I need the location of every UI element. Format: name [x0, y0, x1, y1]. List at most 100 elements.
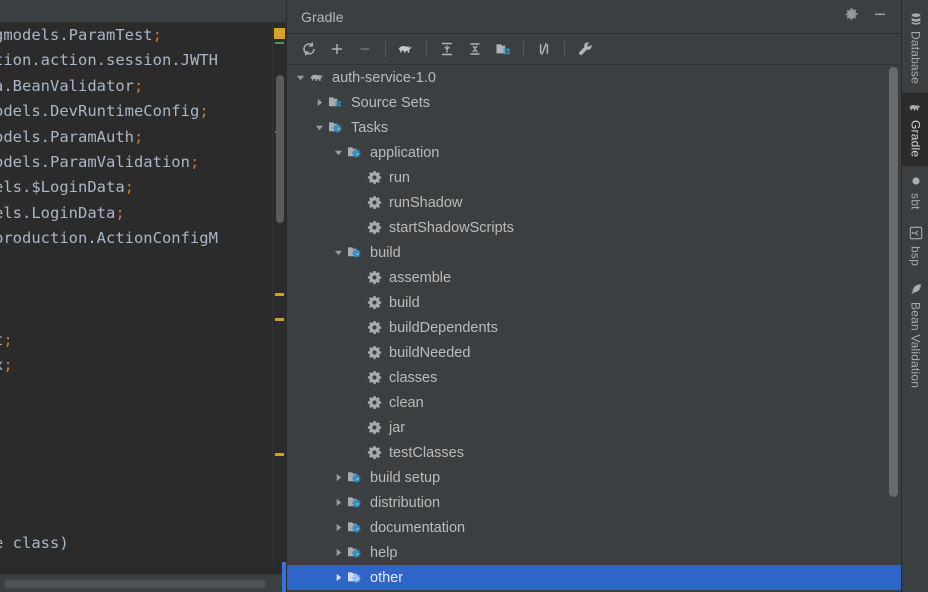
database-icon	[908, 11, 923, 26]
tree-row[interactable]: assemble	[287, 265, 901, 290]
settings-gear-icon[interactable]	[844, 7, 859, 27]
toolbar-separator	[385, 41, 386, 57]
code-line: els.LoginData;	[0, 201, 286, 226]
semicolon: ;	[133, 76, 144, 95]
collapse-all-icon[interactable]	[463, 37, 487, 61]
right-tool-window-stripe: Database Gradle sbt bsp Bean Validation	[901, 0, 928, 592]
module-folder-icon[interactable]	[491, 37, 515, 61]
editor-tab-strip[interactable]	[0, 0, 286, 23]
stripe-tab-bean-validation[interactable]: Bean Validation	[902, 275, 928, 397]
chevron-down-icon[interactable]	[331, 246, 345, 260]
editor-hscroll-thumb[interactable]	[4, 580, 266, 588]
chevron-right-icon[interactable]	[331, 521, 345, 535]
tree-row-label: jar	[389, 419, 406, 436]
editor-horizontal-scrollbar[interactable]	[0, 574, 286, 592]
task-folder-icon	[347, 469, 364, 486]
tree-row[interactable]: Source Sets	[287, 90, 901, 115]
semicolon: ;	[124, 178, 134, 197]
tree-row[interactable]: build	[287, 240, 901, 265]
tree-row-label: build	[370, 244, 401, 261]
chevron-right-icon[interactable]	[331, 471, 345, 485]
gutter-warning-marker[interactable]	[275, 318, 284, 321]
code-editor[interactable]: gmodels.ParamTest; tion.action.session.JW…	[0, 0, 286, 592]
chevron-down-icon[interactable]	[293, 71, 307, 85]
chevron-right-icon[interactable]	[331, 546, 345, 560]
chevron-right-icon[interactable]	[312, 96, 326, 110]
tree-row[interactable]: buildDependents	[287, 315, 901, 340]
tree-row[interactable]: startShadowScripts	[287, 215, 901, 240]
wrench-icon[interactable]	[573, 37, 597, 61]
sbt-dot-icon	[908, 173, 923, 188]
refresh-icon[interactable]	[297, 37, 321, 61]
tree-row[interactable]: help	[287, 540, 901, 565]
tree-row-label: runShadow	[389, 194, 463, 211]
tree-row-label: run	[389, 169, 410, 186]
chevron-down-icon[interactable]	[312, 121, 326, 135]
tree-row[interactable]: documentation	[287, 515, 901, 540]
tree-row[interactable]: Tasks	[287, 115, 901, 140]
stripe-tab-label: bsp	[908, 245, 923, 266]
tree-row[interactable]: testClasses	[287, 440, 901, 465]
editor-vertical-scrollbar[interactable]	[276, 75, 284, 223]
tree-row[interactable]: auth-service-1.0	[287, 65, 901, 90]
tool-window-title: Gradle	[301, 8, 344, 25]
code-text: gmodels.ParamTest	[0, 26, 153, 44]
code-line: odels.ParamAuth;	[0, 125, 286, 150]
tree-row-label: Tasks	[351, 119, 389, 136]
stripe-tab-database[interactable]: Database	[902, 4, 928, 93]
minimize-icon[interactable]	[873, 7, 887, 26]
tree-row[interactable]: buildNeeded	[287, 340, 901, 365]
semicolon: ;	[115, 203, 125, 222]
source-sets-folder-icon	[328, 94, 345, 111]
gradle-tree[interactable]: auth-service-1.0 Source Sets Tasks applicat…	[287, 65, 901, 592]
code-line: t;	[0, 328, 286, 353]
toggle-offline-icon[interactable]	[532, 37, 556, 61]
gutter-warning-marker[interactable]	[275, 453, 284, 456]
task-folder-icon	[347, 569, 364, 586]
toolbar-separator	[426, 41, 427, 57]
task-folder-icon	[328, 119, 345, 136]
gear-task-icon	[366, 269, 383, 286]
stripe-tab-bsp[interactable]: bsp	[902, 219, 928, 275]
tree-row[interactable]: clean	[287, 390, 901, 415]
gradle-elephant-icon[interactable]	[394, 37, 418, 61]
tree-row[interactable]: build setup	[287, 465, 901, 490]
tree-row[interactable]: distribution	[287, 490, 901, 515]
gutter-warning-marker[interactable]	[275, 293, 284, 296]
plus-icon[interactable]	[325, 37, 349, 61]
gear-task-icon	[366, 369, 383, 386]
chevron-right-icon[interactable]	[331, 496, 345, 510]
tree-row[interactable]: run	[287, 165, 901, 190]
stripe-tab-gradle[interactable]: Gradle	[901, 92, 928, 167]
tree-row[interactable]: jar	[287, 415, 901, 440]
ide-window: gmodels.ParamTest; tion.action.session.JW…	[0, 0, 928, 592]
gear-task-icon	[366, 344, 383, 361]
task-folder-icon	[347, 519, 364, 536]
stripe-tab-label: Database	[908, 31, 923, 84]
tree-row[interactable]: runShadow	[287, 190, 901, 215]
code-text-area[interactable]: gmodels.ParamTest; tion.action.session.JW…	[0, 23, 286, 553]
tree-vertical-scrollbar[interactable]	[889, 67, 898, 497]
toolbar-separator	[564, 41, 565, 57]
tree-row[interactable]: application	[287, 140, 901, 165]
gutter-warning-marker[interactable]	[274, 28, 285, 39]
tree-row[interactable]: build	[287, 290, 901, 315]
stripe-tab-sbt[interactable]: sbt	[902, 166, 928, 219]
tree-row[interactable]: classes	[287, 365, 901, 390]
code-line: odels.DevRuntimeConfig;	[0, 99, 286, 124]
tree-row-label: clean	[389, 394, 424, 411]
tree-row-selected[interactable]: other	[287, 565, 901, 590]
chevron-right-icon[interactable]	[331, 571, 345, 585]
tree-row-label: testClasses	[389, 444, 464, 461]
expand-all-icon[interactable]	[435, 37, 459, 61]
editor-marker-gutter[interactable]	[272, 23, 286, 563]
chevron-down-icon[interactable]	[331, 146, 345, 160]
code-line: production.ActionConfigM	[0, 229, 218, 248]
semicolon: ;	[133, 127, 144, 146]
gear-task-icon	[366, 194, 383, 211]
